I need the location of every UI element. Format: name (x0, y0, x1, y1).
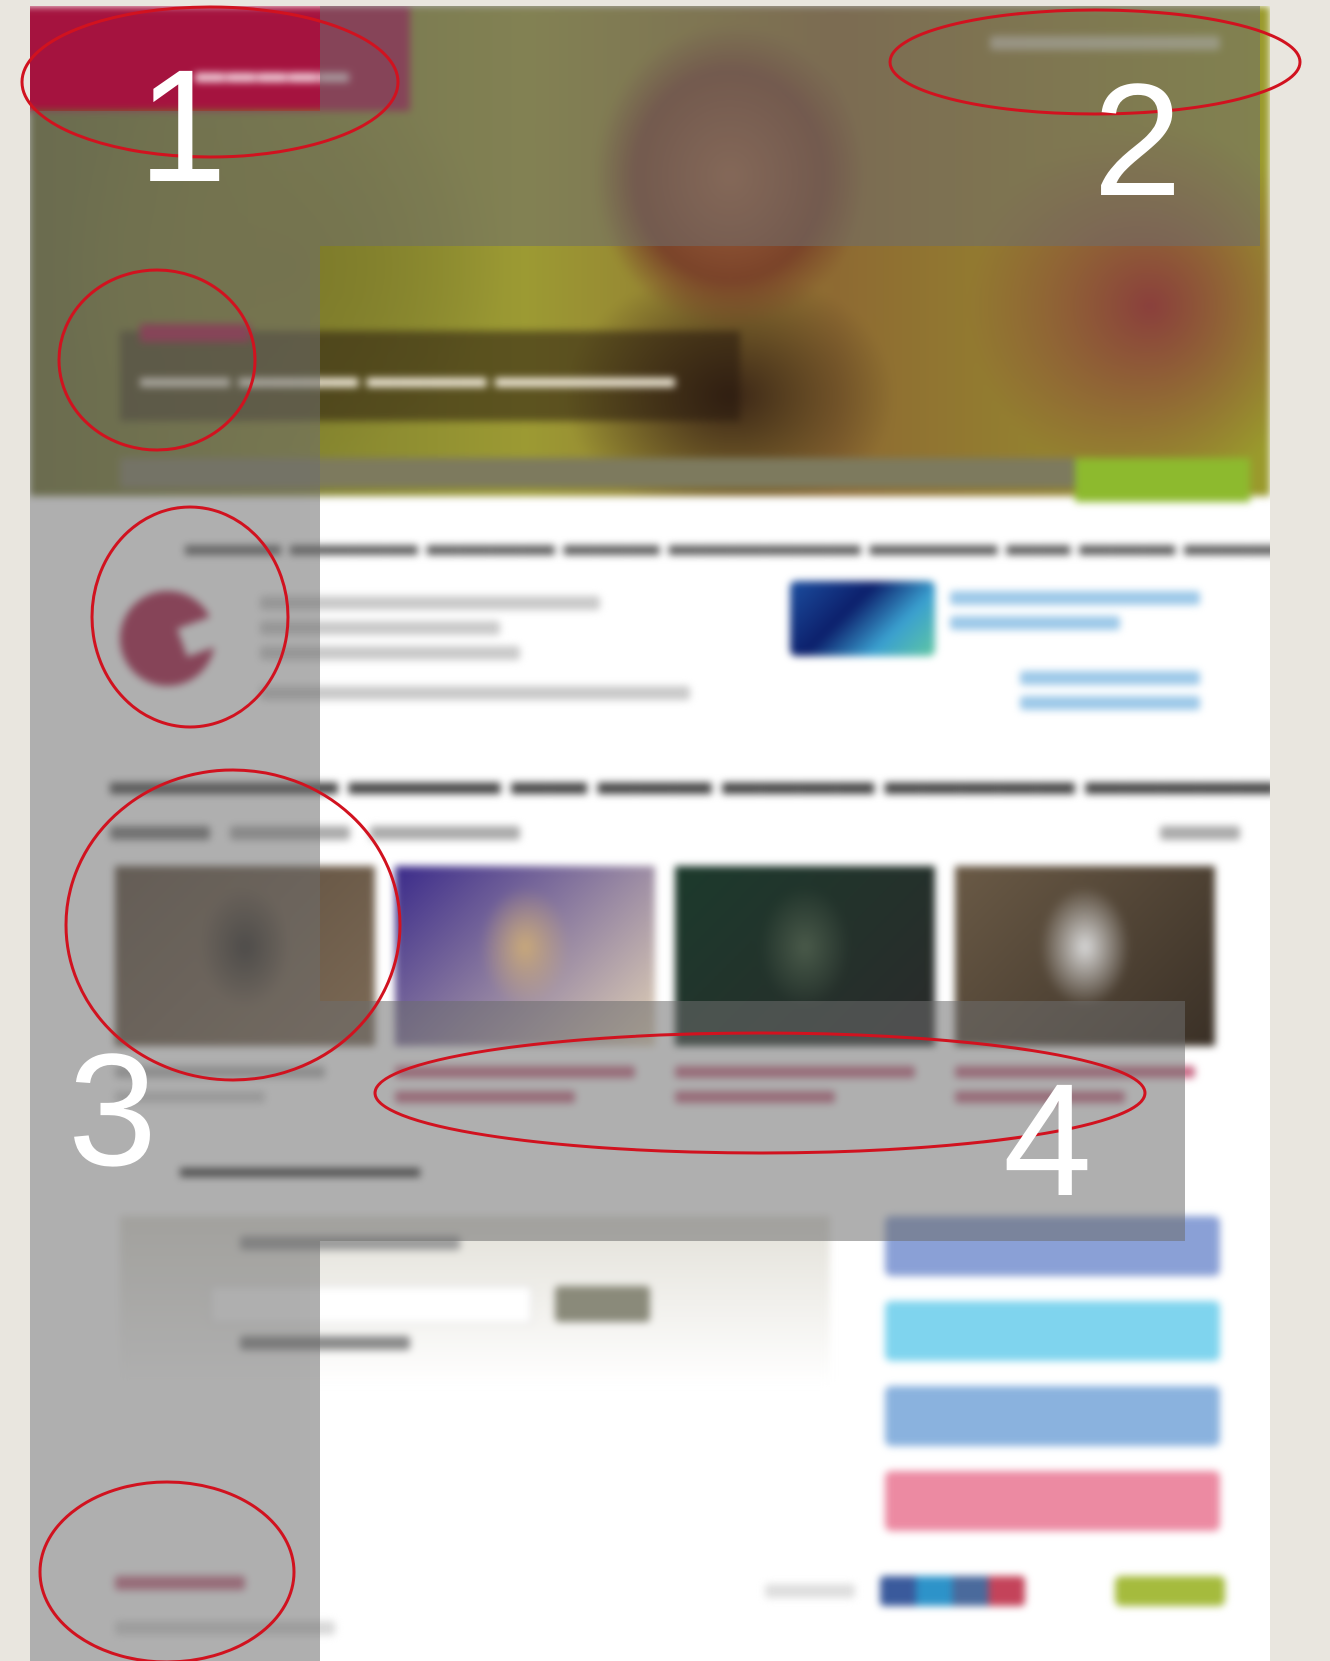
annotation-number-3: 3 (68, 1020, 157, 1199)
news-card-caption[interactable] (675, 1066, 915, 1078)
news-card-caption[interactable] (395, 1066, 635, 1078)
partner-link[interactable] (1020, 671, 1200, 685)
rating-text-line (260, 596, 600, 610)
annotation-number-4: 4 (1003, 1050, 1092, 1229)
hero-caption-text: ▬▬▬ ▬▬▬▬ ▬▬▬▬ ▬▬▬▬▬▬ (140, 361, 676, 394)
signup-label (240, 1236, 460, 1250)
news-section-heading: ▬▬▬▬▬▬ ▬▬▬▬ ▬▬ ▬▬▬ ▬▬▬▬ ▬▬▬▬▬ ▬▬▬▬▬ (110, 761, 1270, 803)
news-card-image[interactable] (395, 866, 655, 1046)
partner-badge-image[interactable] (790, 581, 935, 656)
privacy-link[interactable] (240, 1336, 410, 1350)
signup-button[interactable] (555, 1286, 650, 1322)
rating-text-line (260, 686, 690, 700)
share-label (765, 1584, 855, 1598)
partner-link[interactable] (1020, 696, 1200, 710)
stay-informed-heading: ▬▬▬▬▬▬▬▬ (180, 1151, 420, 1184)
email-field[interactable] (210, 1286, 532, 1324)
news-card-caption[interactable] (395, 1091, 575, 1103)
footer-link[interactable] (115, 1576, 245, 1590)
news-card-image[interactable] (115, 866, 375, 1046)
news-card-caption[interactable] (675, 1091, 835, 1103)
partner-text-line (950, 616, 1120, 630)
view-all-link[interactable] (1160, 826, 1240, 840)
footer-text (115, 1621, 335, 1635)
news-tab[interactable] (110, 826, 210, 840)
news-card-image[interactable] (955, 866, 1215, 1046)
partner-text-line (950, 591, 1200, 605)
top-navigation[interactable] (990, 36, 1220, 50)
support-button[interactable] (885, 1471, 1220, 1531)
footer-action-button[interactable] (1115, 1576, 1225, 1606)
caption-tag (140, 324, 250, 342)
linkedin-button[interactable] (885, 1386, 1220, 1446)
annotation-number-1: 1 (138, 36, 227, 215)
news-tab[interactable] (230, 826, 350, 840)
charity-rating-logo[interactable] (120, 591, 215, 686)
donate-button[interactable] (1075, 458, 1250, 502)
news-card-image[interactable] (675, 866, 935, 1046)
webpage-screenshot: ▬▬▬▬▬ ▬▬▬ ▬▬▬▬ ▬▬▬▬ ▬▬▬▬▬▬ ▬▬▬ ▬▬▬▬ ▬▬▬▬… (30, 6, 1270, 1661)
annotation-number-2: 2 (1093, 50, 1182, 229)
rating-text-line (260, 621, 500, 635)
rating-text-line (260, 646, 520, 660)
twitter-button[interactable] (885, 1301, 1220, 1361)
mission-statement: ▬▬▬ ▬▬▬▬ ▬▬▬▬ ▬▬▬ ▬▬▬▬▬▬ ▬▬▬▬ ▬▬ ▬▬▬ ▬▬▬… (185, 526, 1270, 562)
news-tab[interactable] (370, 826, 520, 840)
share-icons[interactable] (880, 1576, 1025, 1606)
